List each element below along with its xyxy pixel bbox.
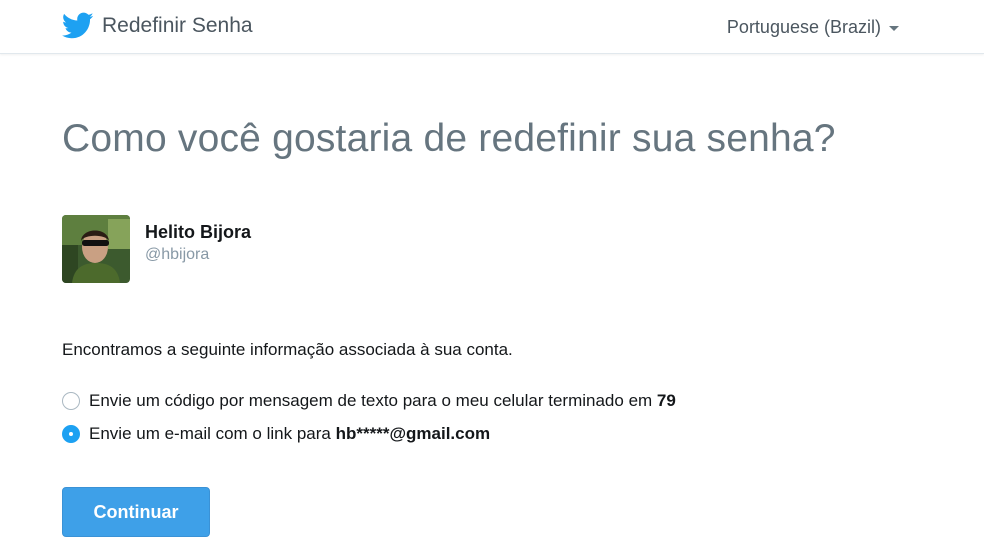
- account-name: Helito Bijora: [145, 222, 252, 242]
- language-selector[interactable]: Portuguese (Brazil): [727, 15, 899, 39]
- avatar: [62, 215, 130, 283]
- page-title: Redefinir Senha: [102, 14, 253, 37]
- radio-checked-icon[interactable]: [62, 425, 80, 443]
- language-label: Portuguese (Brazil): [726, 17, 881, 37]
- phone-suffix: 79: [656, 391, 676, 410]
- masked-email: hb*****@gmail.com: [335, 424, 491, 443]
- caret-down-icon: [889, 25, 899, 31]
- account-card: Helito Bijora @hbijora: [62, 215, 251, 283]
- continue-button[interactable]: Continuar: [62, 487, 210, 537]
- option-sms-label: Envie um código por mensagem de texto pa…: [89, 391, 676, 410]
- option-sms[interactable]: Envie um código por mensagem de texto pa…: [62, 389, 676, 413]
- reset-options: Envie um código por mensagem de texto pa…: [62, 389, 676, 455]
- account-info: Helito Bijora @hbijora: [145, 221, 251, 283]
- option-email[interactable]: Envie um e-mail com o link para hb*****@…: [62, 422, 676, 446]
- twitter-bird-icon[interactable]: [62, 12, 94, 40]
- account-handle: @hbijora: [145, 246, 210, 263]
- option-email-label: Envie um e-mail com o link para hb*****@…: [89, 424, 491, 443]
- radio-unchecked-icon[interactable]: [62, 392, 80, 410]
- top-bar: Redefinir Senha Portuguese (Brazil): [0, 0, 984, 54]
- brand: Redefinir Senha: [62, 12, 253, 40]
- main-heading: Como você gostaria de redefinir sua senh…: [62, 117, 836, 160]
- info-text: Encontramos a seguinte informação associ…: [62, 340, 513, 359]
